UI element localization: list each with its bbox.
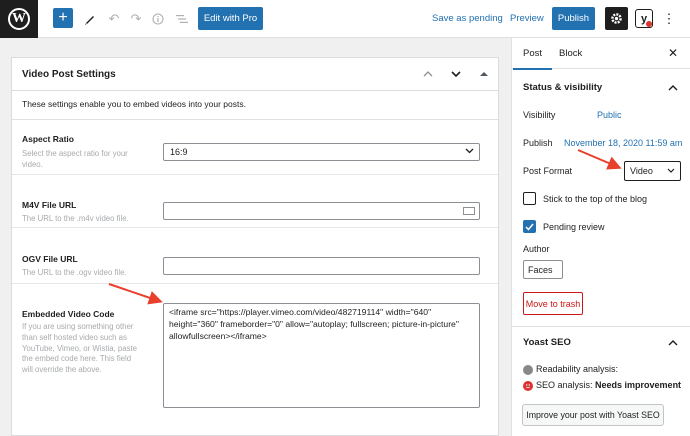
tab-post[interactable]: Post [512, 48, 553, 70]
info-icon[interactable] [148, 9, 168, 29]
stick-to-top-label: Stick to the top of the blog [543, 194, 648, 204]
chevron-down-icon [465, 146, 474, 156]
collapse-toggle-icon[interactable] [476, 66, 492, 82]
preview-button[interactable]: Preview [510, 13, 544, 24]
wordpress-logo-letter: W [8, 8, 30, 30]
embed-code-textarea[interactable]: <iframe src="https://player.vimeo.com/vi… [163, 303, 480, 408]
m4v-url-row: M4V File URL The URL to the .m4v video f… [12, 176, 498, 228]
m4v-url-label: M4V File URL [22, 200, 77, 210]
keyboard-icon [463, 207, 475, 215]
divider [512, 326, 690, 327]
undo-icon[interactable]: ↶ [104, 9, 124, 29]
metabox-description: These settings enable you to embed video… [22, 99, 246, 109]
chevron-up-icon[interactable] [668, 83, 678, 93]
improve-with-yoast-button[interactable]: Improve your post with Yoast SEO [522, 404, 664, 426]
ogv-url-help: The URL to the .ogv video file. [22, 268, 127, 277]
save-as-pending-button[interactable]: Save as pending [432, 13, 503, 24]
seo-analysis-text: SEO analysis: Needs improvement [536, 380, 681, 390]
yoast-status-dot [646, 21, 652, 27]
embed-code-label: Embedded Video Code [22, 309, 115, 319]
seo-analysis-status: Needs improvement [595, 380, 682, 390]
ogv-url-input[interactable] [163, 257, 480, 275]
more-options-icon[interactable]: ⋮ [659, 9, 679, 29]
add-block-button[interactable]: + [53, 8, 73, 28]
publish-date-link[interactable]: November 18, 2020 11:59 am [564, 138, 682, 148]
close-icon[interactable]: ✕ [668, 46, 678, 60]
author-label: Author [523, 244, 550, 254]
readability-analysis-text: Readability analysis: [536, 364, 619, 374]
wordpress-logo-icon[interactable]: W [0, 0, 38, 38]
sidebar-tabs: Post Block ✕ [512, 38, 690, 70]
metabox-header: Video Post Settings [12, 58, 498, 91]
settings-gear-icon[interactable] [605, 7, 628, 30]
aspect-ratio-value: 16:9 [170, 147, 188, 157]
move-up-chevron-icon[interactable] [420, 66, 436, 82]
editor-toolbar: W + ↶ ↷ Edit with Pro Save as pending Pr… [0, 0, 690, 38]
redo-icon[interactable]: ↷ [126, 9, 146, 29]
move-down-chevron-icon[interactable] [448, 66, 464, 82]
seo-sad-face-icon [523, 381, 533, 391]
post-format-label: Post Format [523, 166, 573, 176]
stick-to-top-checkbox[interactable] [523, 192, 536, 205]
aspect-ratio-row: Aspect Ratio Select the aspect ratio for… [12, 120, 498, 175]
aspect-ratio-help: Select the aspect ratio for your video. [22, 149, 128, 169]
publish-button[interactable]: Publish [552, 7, 595, 30]
pending-review-label: Pending review [543, 222, 605, 232]
publish-label: Publish [523, 138, 553, 148]
list-view-icon[interactable] [172, 9, 192, 29]
post-format-value: Video [630, 166, 653, 176]
video-post-settings-metabox: Video Post Settings These settings enabl… [11, 57, 499, 436]
metabox-title: Video Post Settings [22, 69, 116, 80]
seo-analysis-prefix: SEO analysis: [536, 380, 596, 390]
pending-review-checkbox[interactable] [523, 220, 536, 233]
yoast-seo-heading[interactable]: Yoast SEO [523, 337, 571, 348]
chevron-down-icon [667, 166, 675, 175]
visibility-value-link[interactable]: Public [597, 110, 622, 120]
move-to-trash-button[interactable]: Move to trash [523, 292, 583, 315]
tools-pen-icon[interactable] [80, 9, 100, 29]
m4v-url-help: The URL to the .m4v video file. [22, 214, 129, 223]
post-format-select[interactable]: Video [624, 161, 681, 181]
ogv-url-label: OGV File URL [22, 254, 78, 264]
author-select[interactable]: Faces [523, 260, 563, 279]
embed-code-help: If you are using something other than se… [22, 322, 137, 374]
visibility-label: Visibility [523, 110, 556, 120]
settings-sidebar: Post Block ✕ Status & visibility Visibil… [511, 38, 690, 436]
readability-status-dot-icon [523, 365, 533, 375]
edit-with-pro-button[interactable]: Edit with Pro [198, 7, 263, 30]
ogv-url-row: OGV File URL The URL to the .ogv video f… [12, 229, 498, 284]
m4v-url-input[interactable] [163, 202, 480, 220]
aspect-ratio-select[interactable]: 16:9 [163, 143, 480, 161]
chevron-up-icon[interactable] [668, 338, 678, 348]
status-visibility-heading[interactable]: Status & visibility [523, 82, 602, 93]
tab-block[interactable]: Block [559, 48, 582, 59]
aspect-ratio-label: Aspect Ratio [22, 134, 74, 144]
